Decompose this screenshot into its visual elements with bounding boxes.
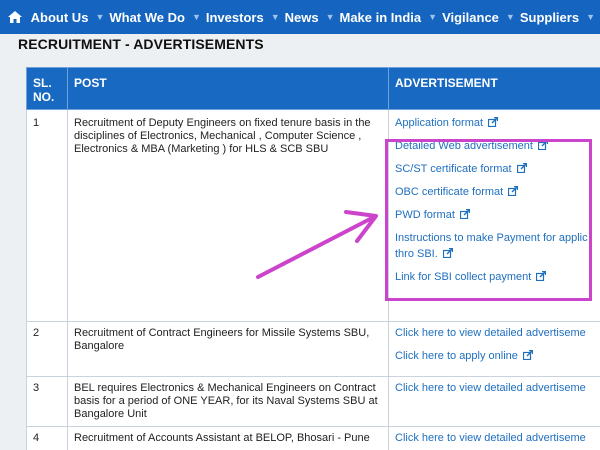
nav-suppliers[interactable]: Suppliers ▼ (520, 0, 600, 34)
nav-make-in-india[interactable]: Make in India ▼ (340, 0, 443, 34)
external-link-icon (522, 350, 533, 360)
table-row: 3 BEL requires Electronics & Mechanical … (26, 376, 600, 427)
link-detailed-web-advertisement[interactable]: Detailed Web advertisement (395, 140, 600, 153)
external-link-icon (516, 163, 527, 173)
row-sl: 1 (26, 109, 68, 322)
table-row: 2 Recruitment of Contract Engineers for … (26, 321, 600, 377)
external-link-icon (536, 271, 547, 281)
table-row: 4 Recruitment of Accounts Assistant at B… (26, 426, 600, 450)
row-advertisement: Application format Detailed Web advertis… (388, 109, 600, 322)
nav-what-we-do[interactable]: What We Do ▼ (109, 0, 206, 34)
row-post: Recruitment of Accounts Assistant at BEL… (67, 426, 389, 450)
link-view-detailed-advertisement[interactable]: Click here to view detailed advertiseme (395, 327, 600, 340)
external-link-icon (488, 117, 499, 127)
link-view-detailed-advertisement[interactable]: Click here to view detailed advertiseme (395, 432, 600, 445)
row-post: Recruitment of Contract Engineers for Mi… (67, 321, 389, 377)
nav-vigilance[interactable]: Vigilance ▼ (442, 0, 520, 34)
chevron-down-icon: ▼ (270, 12, 280, 22)
link-apply-online[interactable]: Click here to apply online (395, 350, 600, 363)
link-application-format[interactable]: Application format (395, 117, 600, 130)
chevron-down-icon: ▼ (191, 12, 201, 22)
nav-investors[interactable]: Investors ▼ (206, 0, 285, 34)
row-post: Recruitment of Deputy Engineers on fixed… (67, 109, 389, 322)
header-sl-no: SL. NO. (26, 67, 68, 110)
row-sl: 3 (26, 376, 68, 427)
page-title: RECRUITMENT - ADVERTISEMENTS (18, 36, 264, 52)
link-sc-st-certificate-format[interactable]: SC/ST certificate format (395, 163, 600, 176)
link-obc-certificate-format[interactable]: OBC certificate format (395, 186, 600, 199)
nav-news[interactable]: News ▼ (285, 0, 340, 34)
chevron-down-icon: ▼ (325, 12, 335, 22)
row-advertisement: Click here to view detailed advertiseme … (388, 321, 600, 377)
link-sbi-collect-payment[interactable]: Link for SBI collect payment (395, 271, 600, 284)
home-icon (8, 11, 23, 23)
table-header-row: SL. NO. POST ADVERTISEMENT (26, 67, 600, 110)
link-pwd-format[interactable]: PWD format (395, 209, 600, 222)
row-sl: 2 (26, 321, 68, 377)
home-button[interactable] (0, 0, 31, 34)
top-navigation: About Us ▼ What We Do ▼ Investors ▼ News ▼ M… (0, 0, 600, 34)
external-link-icon (537, 140, 548, 150)
external-link-icon (508, 186, 519, 196)
chevron-down-icon: ▼ (505, 12, 515, 22)
row-sl: 4 (26, 426, 68, 450)
row-post: BEL requires Electronics & Mechanical En… (67, 376, 389, 427)
external-link-icon (442, 248, 453, 258)
table-row: 1 Recruitment of Deputy Engineers on fix… (26, 109, 600, 322)
header-post: POST (67, 67, 389, 110)
chevron-down-icon: ▼ (586, 12, 595, 22)
link-payment-instructions[interactable]: Instructions to make Payment for applic t… (395, 232, 600, 261)
chevron-down-icon: ▼ (95, 12, 105, 22)
recruitment-table: SL. NO. POST ADVERTISEMENT 1 Recruitment… (26, 67, 600, 450)
row-advertisement: Click here to view detailed advertiseme (388, 376, 600, 427)
link-view-detailed-advertisement[interactable]: Click here to view detailed advertiseme (395, 382, 600, 395)
nav-about-us[interactable]: About Us ▼ (31, 0, 110, 34)
header-advertisement: ADVERTISEMENT (388, 67, 600, 110)
external-link-icon (459, 209, 470, 219)
chevron-down-icon: ▼ (428, 12, 438, 22)
row-advertisement: Click here to view detailed advertiseme (388, 426, 600, 450)
